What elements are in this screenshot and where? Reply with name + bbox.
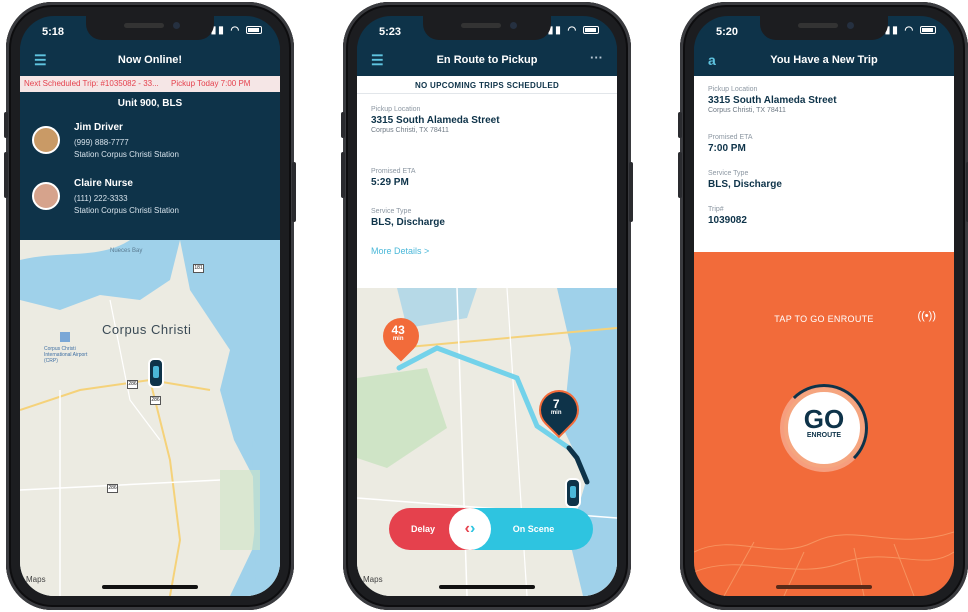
home-indicator[interactable] (439, 585, 535, 589)
maps-attribution: Maps (363, 575, 383, 584)
nav-bar: ☰ Now Online! (20, 44, 280, 76)
crew-name: Jim Driver (74, 122, 123, 133)
field-service-type: Service Type BLS, Discharge (708, 170, 782, 190)
crew-name: Claire Nurse (74, 178, 133, 189)
next-trip-banner[interactable]: Next Scheduled Trip: #1035082 - 33... Pi… (20, 76, 280, 92)
field-promised-eta: Promised ETA 7:00 PM (708, 134, 753, 154)
screen-en-route: 5:23 ▮▮▮ ◠ ☰ En Route to Pickup ··· 43 m… (357, 16, 617, 596)
trip-card: Pickup Location 3315 South Alameda Stree… (694, 76, 954, 252)
field-service-type: Service Type BLS, Discharge (371, 208, 445, 228)
banner-trip: Next Scheduled Trip: #1035082 - 33... (24, 79, 159, 88)
unit-label: Unit 900, BLS (117, 98, 183, 109)
clock: 5:20 (716, 26, 739, 38)
more-details-link[interactable]: More Details > (371, 246, 429, 256)
page-title: Now Online! (117, 54, 183, 66)
go-enroute-panel[interactable]: TAP TO GO ENROUTE ((•)) GO ENROUTE (694, 252, 954, 596)
chevron-right-icon: › (470, 520, 476, 537)
enroute-label: ENROUTE (806, 432, 842, 439)
crew-phone: (999) 888-7777 (74, 138, 129, 147)
nav-bar: a You Have a New Trip (694, 44, 954, 76)
screen-new-trip: 5:20 ▮▮▮ ◠ a You Have a New Trip Pickup … (694, 16, 954, 596)
more-options-icon[interactable]: ··· (590, 50, 603, 65)
crew-station: Station Corpus Christi Station (74, 150, 179, 159)
highway-shield-icon: 286 (107, 484, 118, 493)
trip-card: NO UPCOMING TRIPS SCHEDULED Pickup Locat… (357, 76, 617, 288)
banner-pickup: Pickup Today 7:00 PM (171, 79, 251, 88)
map-graphic (20, 240, 280, 596)
home-indicator[interactable] (776, 585, 872, 589)
phone-new-trip: 5:20 ▮▮▮ ◠ a You Have a New Trip Pickup … (678, 2, 968, 610)
home-indicator[interactable] (102, 585, 198, 589)
field-promised-eta: Promised ETA 5:29 PM (371, 168, 416, 188)
highway-shield-icon: 181 (193, 264, 204, 273)
slider-knob[interactable]: ‹ › (449, 508, 491, 550)
maps-attribution: Maps (26, 575, 46, 584)
field-trip-number: Trip# 1039082 (708, 206, 747, 226)
crew-phone: (111) 222-3333 (74, 194, 128, 203)
highway-shield-icon: 286 (127, 380, 138, 389)
avatar (32, 126, 60, 154)
ambulance-icon (565, 478, 581, 508)
crew-member: Claire Nurse (111) 222-3333 Station Corp… (32, 178, 272, 218)
phone-en-route: 5:23 ▮▮▮ ◠ ☰ En Route to Pickup ··· 43 m… (341, 2, 633, 610)
screen-now-online: 5:18 ▮▮▮ ◠ ☰ Now Online! Next Scheduled … (20, 16, 280, 596)
field-pickup-location: Pickup Location 3315 South Alameda Stree… (708, 86, 837, 114)
map-place-label: Corpus Christi International Airport (CR… (44, 346, 88, 364)
vibrate-icon: ((•)) (917, 310, 936, 322)
crew-station: Station Corpus Christi Station (74, 206, 179, 215)
app-logo-icon: a (708, 52, 716, 68)
no-trips-header: NO UPCOMING TRIPS SCHEDULED (357, 76, 617, 94)
clock: 5:23 (379, 26, 402, 38)
go-label: GO (803, 404, 845, 434)
menu-icon[interactable]: ☰ (371, 52, 384, 69)
clock: 5:18 (42, 26, 65, 38)
map-view[interactable]: Corpus Christi Nueces Bay Corpus Christi… (20, 240, 280, 596)
phone-now-online: 5:18 ▮▮▮ ◠ ☰ Now Online! Next Scheduled … (4, 2, 296, 610)
crew-member: Jim Driver (999) 888-7777 Station Corpus… (32, 122, 272, 162)
field-pickup-location: Pickup Location 3315 South Alameda Stree… (371, 106, 500, 134)
map-place-label: Nueces Bay (110, 248, 143, 254)
go-enroute-button[interactable]: GO ENROUTE (780, 384, 868, 472)
page-title: En Route to Pickup (436, 54, 538, 66)
map-city-label: Corpus Christi (102, 322, 192, 337)
status-slider[interactable]: Delay On Scene (389, 508, 593, 550)
ambulance-icon (148, 358, 164, 388)
menu-icon[interactable]: ☰ (34, 52, 47, 69)
page-title: You Have a New Trip (770, 54, 878, 66)
tap-to-enroute-label: TAP TO GO ENROUTE (774, 314, 874, 324)
avatar (32, 182, 60, 210)
highway-shield-icon: 286 (150, 396, 161, 405)
nav-bar: ☰ En Route to Pickup ··· (357, 44, 617, 76)
